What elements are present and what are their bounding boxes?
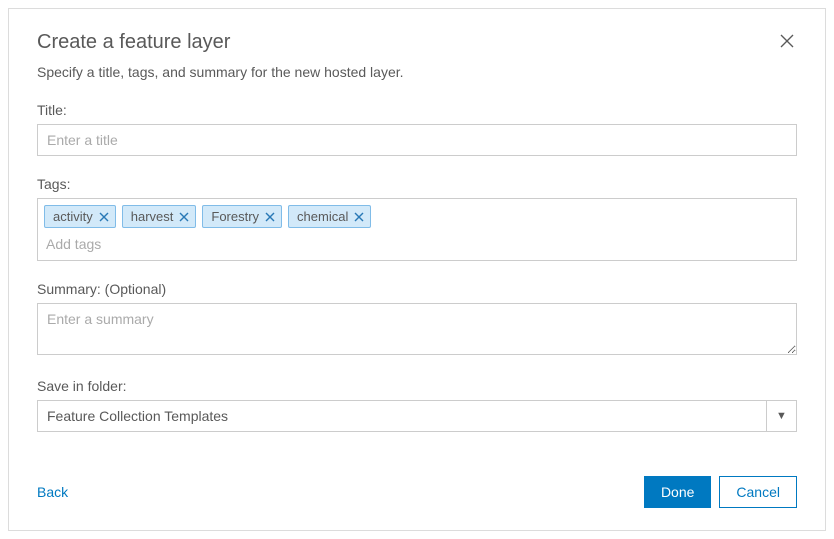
dialog-footer: Back Done Cancel: [37, 476, 797, 508]
folder-label: Save in folder:: [37, 378, 797, 394]
create-feature-layer-dialog: Create a feature layer Specify a title, …: [8, 8, 826, 531]
tag-label: activity: [53, 209, 93, 224]
tag-remove-button[interactable]: [354, 212, 364, 222]
tag-remove-button[interactable]: [99, 212, 109, 222]
dialog-subtitle: Specify a title, tags, and summary for t…: [37, 64, 797, 80]
tag-chip: activity: [44, 205, 116, 228]
close-icon: [179, 212, 189, 222]
summary-label: Summary: (Optional): [37, 281, 797, 297]
dialog-title: Create a feature layer: [37, 31, 230, 54]
tag-label: harvest: [131, 209, 174, 224]
dialog-header: Create a feature layer: [37, 31, 797, 64]
close-icon: [99, 212, 109, 222]
tags-row: activity harvest Forestry chemical: [44, 205, 790, 228]
cancel-button[interactable]: Cancel: [719, 476, 797, 508]
footer-right: Done Cancel: [644, 476, 797, 508]
done-button[interactable]: Done: [644, 476, 711, 508]
tag-remove-button[interactable]: [265, 212, 275, 222]
tags-box[interactable]: activity harvest Forestry chemical: [37, 198, 797, 261]
title-input[interactable]: [37, 124, 797, 156]
close-icon: [779, 33, 795, 49]
close-icon: [265, 212, 275, 222]
close-icon: [354, 212, 364, 222]
chevron-down-icon: ▼: [767, 400, 797, 432]
summary-textarea[interactable]: [37, 303, 797, 355]
tags-input[interactable]: [44, 234, 790, 258]
tag-remove-button[interactable]: [179, 212, 189, 222]
tags-label: Tags:: [37, 176, 797, 192]
tag-label: Forestry: [211, 209, 259, 224]
tag-chip: Forestry: [202, 205, 282, 228]
folder-selected-value: Feature Collection Templates: [37, 400, 767, 432]
back-button[interactable]: Back: [37, 484, 68, 500]
folder-select[interactable]: Feature Collection Templates ▼: [37, 400, 797, 432]
title-label: Title:: [37, 102, 797, 118]
tag-chip: harvest: [122, 205, 197, 228]
tag-chip: chemical: [288, 205, 371, 228]
tag-label: chemical: [297, 209, 348, 224]
close-button[interactable]: [777, 31, 797, 51]
